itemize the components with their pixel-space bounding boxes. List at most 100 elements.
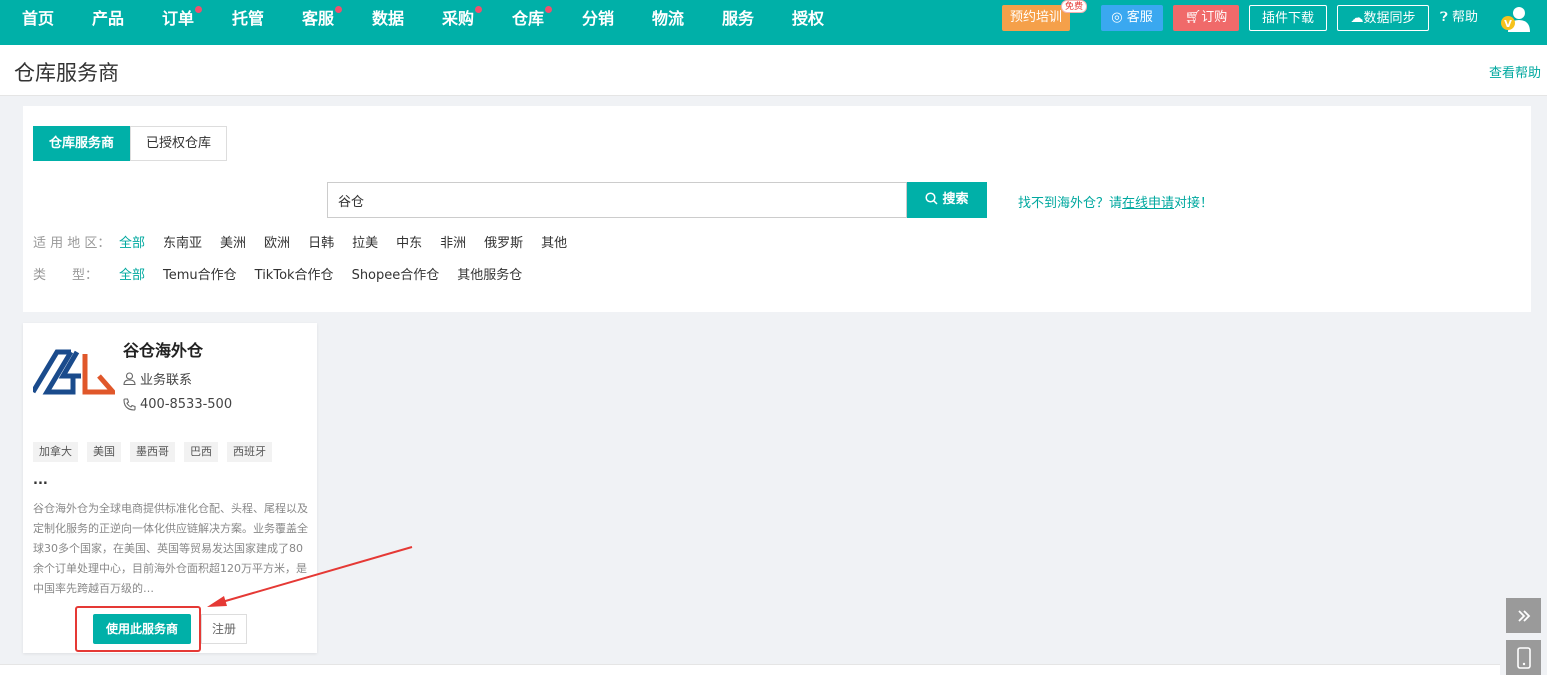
customer-service-label: 客服 — [1126, 10, 1153, 25]
business-contact[interactable]: 业务联系 — [123, 369, 192, 388]
nav-item-label: 物流 — [652, 9, 685, 28]
order-button[interactable]: 🛒︎订购 — [1173, 5, 1239, 31]
tabs: 仓库服务商 已授权仓库 — [33, 126, 228, 161]
chat-icon: ◎ — [1111, 10, 1123, 25]
plugin-download-button[interactable]: 插件下载 — [1249, 5, 1327, 31]
type-filter-option[interactable]: 其他服务仓 — [457, 266, 522, 286]
user-avatar-icon[interactable]: V — [1500, 6, 1530, 32]
order-label: 订购 — [1201, 10, 1228, 25]
provider-name: 谷仓海外仓 — [123, 341, 204, 360]
training-button[interactable]: 预约培训 — [1002, 5, 1070, 31]
region-filter-option[interactable]: 欧洲 — [264, 234, 290, 254]
nav-item[interactable]: 托管 — [232, 0, 264, 37]
cloud-download-icon: ☁ — [1350, 11, 1364, 26]
question-icon: ❓︎ — [1440, 10, 1448, 25]
nav-item[interactable]: 分销 — [582, 0, 614, 37]
region-filter-option[interactable]: 其他 — [541, 234, 567, 254]
collapse-panel-button[interactable] — [1506, 598, 1541, 633]
nav-item[interactable]: 授权 — [792, 0, 824, 37]
notification-dot — [335, 6, 343, 13]
nav-item[interactable]: 产品 — [92, 0, 124, 37]
tab-authorized-warehouses[interactable]: 已授权仓库 — [130, 126, 228, 161]
region-tag: 西班牙 — [227, 442, 272, 462]
phone-number: 400-8533-500 — [123, 397, 232, 412]
filter-panel: 仓库服务商 已授权仓库 搜索 找不到海外仓？请在线申请对接！ 适 用 地 区： 全… — [23, 106, 1531, 312]
apply-online-link[interactable]: 在线申请 — [1122, 196, 1174, 211]
region-filter-label: 适 用 地 区： — [33, 236, 111, 251]
register-button[interactable]: 注册 — [201, 614, 247, 644]
region-filter-option[interactable]: 东南亚 — [163, 234, 202, 254]
region-filter-option[interactable]: 日韩 — [308, 234, 334, 254]
type-filter-option[interactable]: Shopee合作仓 — [352, 266, 440, 286]
nav-item[interactable]: 仓库 — [512, 0, 553, 37]
top-nav: 首页 产品 订单 托管 客服 数据 采购 仓库 分销 物流 服务 授权 预约培训 免费 ◎ 客服 🛒︎… — [0, 0, 1547, 45]
customer-service-button[interactable]: ◎ 客服 — [1101, 5, 1163, 31]
search-button[interactable]: 搜索 — [907, 182, 987, 218]
nav-item-label: 仓库 — [512, 9, 545, 28]
region-filter-option[interactable]: 俄罗斯 — [484, 234, 523, 254]
free-badge: 免费 — [1061, 0, 1088, 13]
region-filter-option[interactable]: 非洲 — [440, 234, 466, 254]
nav-item-label: 授权 — [792, 9, 825, 28]
search-input[interactable] — [327, 182, 907, 218]
nav-item[interactable]: 订单 — [162, 0, 203, 37]
help-button[interactable]: ❓︎ 帮助 — [1440, 5, 1478, 31]
bottom-pagination-area — [0, 664, 1500, 675]
nav-item-label: 订单 — [162, 9, 195, 28]
type-filter-label: 类 型： — [33, 268, 99, 283]
provider-description: 谷仓海外仓为全球电商提供标准化仓配、头程、尾程以及定制化服务的正逆向一体化供应链… — [33, 502, 308, 595]
search-icon — [925, 192, 939, 205]
nav-item[interactable]: 物流 — [652, 0, 684, 37]
region-filter-option[interactable]: 美洲 — [220, 234, 246, 254]
double-chevron-right-icon — [1517, 609, 1530, 622]
nav-item-label: 产品 — [92, 9, 125, 28]
nav-item-label: 采购 — [442, 9, 475, 28]
page-title: 仓库服务商 — [14, 61, 119, 85]
region-tag: 巴西 — [184, 442, 218, 462]
mobile-view-button[interactable] — [1506, 640, 1541, 675]
type-filter-row: 类 型： 全部 Temu合作仓 TikTok合作仓 Shopee合作仓 其他服务仓 — [33, 266, 540, 286]
nav-item[interactable]: 首页 — [22, 0, 54, 37]
page-header: 仓库服务商 查看帮助 — [0, 45, 1547, 96]
search-tip: 找不到海外仓？请在线申请对接！ — [1018, 192, 1213, 211]
search-button-label: 搜索 — [942, 192, 969, 207]
type-filter-option[interactable]: TikTok合作仓 — [255, 266, 334, 286]
nav-item[interactable]: 数据 — [372, 0, 404, 37]
region-tags: 加拿大 美国 墨西哥 巴西 西班牙 — [33, 442, 281, 462]
phone-icon — [123, 398, 136, 411]
use-provider-button[interactable]: 使用此服务商 — [93, 614, 191, 644]
tab-warehouse-providers[interactable]: 仓库服务商 — [33, 126, 131, 161]
nav-item[interactable]: 客服 — [302, 0, 343, 37]
user-icon — [123, 372, 136, 385]
region-tag: 加拿大 — [33, 442, 78, 462]
notification-dot — [195, 6, 203, 13]
nav-item-label: 分销 — [582, 9, 615, 28]
region-filter-option[interactable]: 全部 — [119, 234, 145, 254]
nav-item-label: 首页 — [22, 9, 55, 28]
nav-item[interactable]: 服务 — [722, 0, 754, 37]
nav-item-label: 服务 — [722, 9, 755, 28]
avatar-letter: V — [1504, 19, 1512, 30]
nav-item[interactable]: 采购 — [442, 0, 483, 37]
type-filter-option[interactable]: 全部 — [119, 266, 145, 286]
data-sync-label: 数据同步 — [1363, 11, 1416, 26]
region-filter-option[interactable]: 拉美 — [352, 234, 378, 254]
tip-prefix: 找不到海外仓？请 — [1018, 196, 1123, 211]
cart-icon: 🛒︎ — [1184, 10, 1202, 25]
data-sync-button[interactable]: ☁数据同步 — [1337, 5, 1429, 31]
region-filter-row: 适 用 地 区： 全部 东南亚 美洲 欧洲 日韩 拉美 中东 非洲 俄罗斯 其他 — [33, 234, 585, 254]
region-tag: 墨西哥 — [130, 442, 175, 462]
region-filter-option[interactable]: 中东 — [396, 234, 422, 254]
view-help-link[interactable]: 查看帮助 — [1489, 62, 1541, 81]
notification-dot — [545, 6, 553, 13]
type-filter-option[interactable]: Temu合作仓 — [163, 266, 237, 286]
nav-item-label: 数据 — [372, 9, 405, 28]
nav-item-label: 托管 — [232, 9, 265, 28]
nav-item-label: 客服 — [302, 9, 335, 28]
provider-logo — [33, 349, 115, 395]
provider-card: 谷仓海外仓 业务联系 400-8533-500 加拿大 美国 墨西哥 巴西 西班牙 ..… — [23, 323, 317, 653]
help-label: 帮助 — [1451, 10, 1478, 25]
mobile-phone-icon — [1516, 646, 1531, 669]
more-regions: ... — [33, 473, 48, 488]
region-tag: 美国 — [87, 442, 121, 462]
